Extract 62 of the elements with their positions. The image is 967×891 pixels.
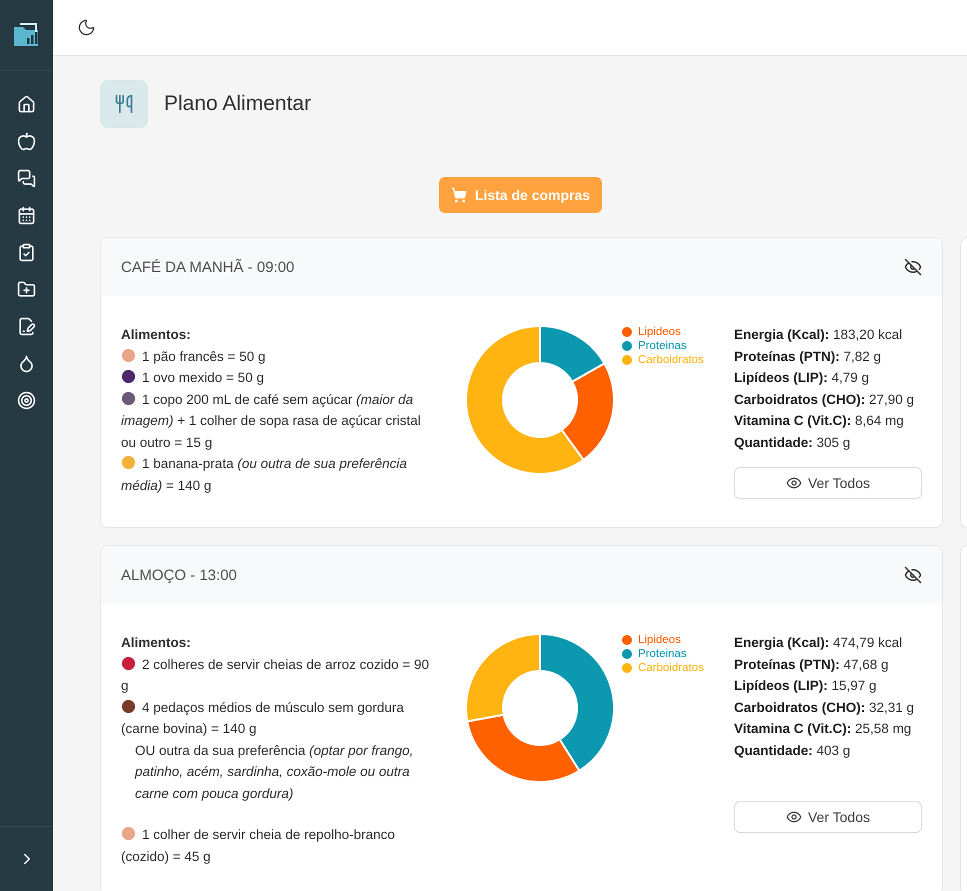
view-all-button[interactable]: Ver Todos: [734, 801, 922, 833]
food-icon: [121, 698, 136, 714]
nutrient-stat: Quantidade: 305 g: [734, 434, 852, 452]
legend-item: Carboidratos: [622, 354, 704, 366]
nutrient-stat: Carboidratos (CHO): 27,90 g: [734, 390, 916, 409]
nutrient-stat: Quantidade: 403 g: [734, 742, 852, 760]
legend-item: Carboidratos: [622, 662, 704, 674]
document-pen-icon[interactable]: [17, 317, 36, 336]
hide-icon[interactable]: [904, 258, 922, 276]
legend-item: Proteinas: [622, 648, 704, 660]
food-item: 1 pão francês = 50 g: [121, 346, 434, 367]
home-icon[interactable]: [17, 95, 36, 114]
legend-label: Proteinas: [638, 648, 687, 660]
eye-icon: [786, 809, 802, 825]
eye-icon: [786, 475, 802, 491]
food-icon: [121, 390, 136, 406]
clipboard-check-icon[interactable]: [17, 243, 36, 262]
nutrient-stat: Energia (Kcal): 474,79 kcal: [734, 634, 904, 652]
hide-icon[interactable]: [904, 566, 922, 584]
legend-label: Lipideos: [638, 634, 681, 646]
droplet-icon[interactable]: [17, 354, 36, 373]
nutrient-stat: Proteínas (PTN): 47,68 g: [734, 656, 890, 674]
food-item: 1 copo 200 mL de café sem açúcar (maior da imagem) + 1 colher de sopa rasa de açúcar cristal ou outro = 15 g: [121, 390, 422, 452]
chat-icon[interactable]: [17, 169, 36, 188]
foods-label: Alimentos:: [121, 326, 192, 344]
meal-title: CAFÉ DA MANHÃ - 09:00: [121, 258, 294, 276]
nutrient-stat: Lipídeos (LIP): 15,97 g: [734, 677, 878, 695]
food-item: 1 colher de servir cheia de repolho-branco (cozido) = 45 g: [121, 825, 396, 866]
dark-mode-icon[interactable]: [77, 18, 96, 37]
food-item: 1 banana-prata (ou outra de sua preferência média) = 140 g: [121, 454, 408, 495]
folder-plus-icon[interactable]: [17, 280, 36, 299]
nutrient-stat: Vitamina C (Vit.C): 25,58 mg: [734, 720, 912, 738]
legend-label: Carboidratos: [638, 354, 704, 366]
legend-item: Proteinas: [622, 340, 704, 352]
food-item: 1 ovo mexido = 50 g: [121, 367, 434, 388]
food-item: 4 pedaços médios de músculo sem gordura (carne bovina) = 140 g: [121, 698, 405, 738]
nutrient-stat: Carboidratos (CHO): 32,31 g: [734, 698, 916, 717]
view-all-button[interactable]: Ver Todos: [734, 467, 922, 499]
legend-label: Carboidratos: [638, 662, 704, 674]
food-note: OU outra da sua preferência (optar por frango, patinho, acém, sardinha, coxão-mole ou outra carne com pouca gordura): [134, 742, 414, 803]
legend-label: Lipideos: [638, 326, 681, 338]
legend-item: Lipideos: [622, 326, 704, 338]
food-item: 2 colheres de servir cheias de arroz cozido = 90 g: [121, 654, 430, 695]
cutlery-icon: [100, 80, 148, 128]
nutrient-stat: Proteínas (PTN): 7,82 g: [734, 348, 882, 366]
nutrient-stat: Energia (Kcal): 183,20 kcal: [734, 326, 904, 344]
food-icon: [121, 455, 136, 470]
legend-label: Proteinas: [638, 340, 687, 352]
food-icon: [121, 656, 136, 670]
foods-label: Alimentos:: [121, 634, 192, 652]
food-icon: [121, 826, 136, 841]
calendar-icon[interactable]: [17, 206, 36, 225]
page-title: Plano Alimentar: [164, 92, 312, 116]
legend-item: Lipideos: [622, 634, 704, 646]
cart-icon: [450, 187, 467, 203]
nutrient-stat: Vitamina C (Vit.C): 8,64 mg: [734, 412, 905, 430]
food-icon: [121, 348, 136, 362]
food-icon: [121, 369, 136, 384]
apple-icon[interactable]: [17, 132, 36, 151]
target-icon[interactable]: [17, 391, 36, 410]
nutrient-stat: Lipídeos (LIP): 4,79 g: [734, 369, 870, 387]
meal-title: ALMOÇO - 13:00: [121, 566, 237, 584]
